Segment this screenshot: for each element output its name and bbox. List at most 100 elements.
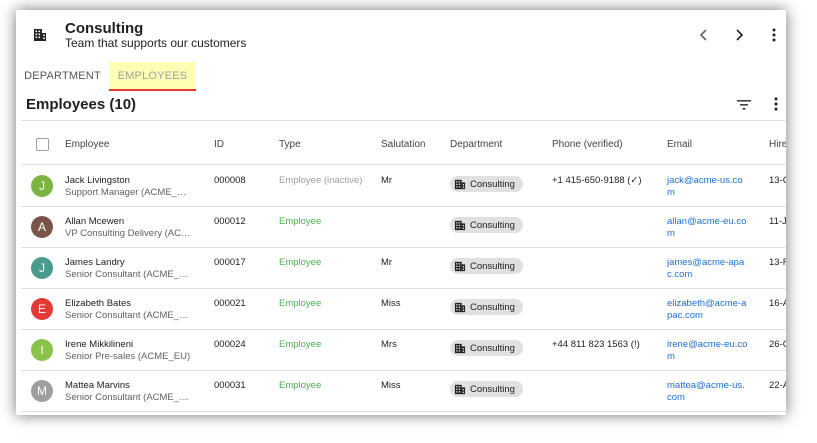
- tab-employees[interactable]: EMPLOYEES: [109, 62, 196, 91]
- employee-id: 000012: [214, 216, 246, 227]
- column-header-hire[interactable]: Hire: [769, 139, 786, 150]
- table-row[interactable]: J James Landry Senior Consultant (ACME_A…: [21, 247, 786, 289]
- building-icon: [454, 220, 466, 230]
- department-chip[interactable]: Consulting: [450, 258, 523, 274]
- employee-phone: +44 811 823 1563 (!): [552, 339, 640, 350]
- department-chip[interactable]: Consulting: [450, 340, 523, 356]
- employee-name: Jack Livingston: [65, 175, 130, 186]
- employee-role: Senior Consultant (ACME_US): [65, 392, 193, 403]
- avatar: A: [31, 216, 53, 238]
- employee-role: VP Consulting Delivery (ACME_US): [65, 228, 193, 239]
- table-row[interactable]: E Elizabeth Bates Senior Consultant (ACM…: [21, 288, 786, 330]
- employee-id: 000024: [214, 339, 246, 350]
- tab-bar: DEPARTMENT EMPLOYEES: [16, 62, 786, 92]
- column-header-type[interactable]: Type: [279, 139, 301, 150]
- next-button[interactable]: [728, 24, 750, 46]
- department-chip[interactable]: Consulting: [450, 217, 523, 233]
- column-header-email[interactable]: Email: [667, 139, 692, 150]
- employee-type: Employee: [279, 257, 322, 268]
- tab-department[interactable]: DEPARTMENT: [16, 62, 109, 90]
- employee-hire-date: 16-A: [769, 298, 786, 309]
- table-row[interactable]: A Allan Mcewen VP Consulting Delivery (A…: [21, 206, 786, 248]
- employee-email-link[interactable]: jack@acme-us.com: [667, 175, 749, 199]
- previous-button[interactable]: [693, 24, 715, 46]
- department-label: Consulting: [470, 219, 515, 231]
- employee-id: 000021: [214, 298, 246, 309]
- chevron-right-icon: [736, 29, 744, 41]
- column-header-employee[interactable]: Employee: [65, 139, 109, 150]
- column-header-salutation[interactable]: Salutation: [381, 139, 425, 150]
- avatar: M: [31, 380, 53, 402]
- building-icon: [454, 384, 466, 394]
- department-label: Consulting: [470, 178, 515, 190]
- table-more-icon[interactable]: [774, 97, 784, 113]
- avatar: J: [31, 175, 53, 197]
- department-label: Consulting: [470, 342, 515, 354]
- department-chip[interactable]: Consulting: [450, 381, 523, 397]
- employee-email-link[interactable]: mattea@acme-us.com: [667, 380, 749, 404]
- building-icon: [454, 343, 466, 353]
- table-row[interactable]: M Mattea Marvins Senior Consultant (ACME…: [21, 370, 786, 412]
- employee-name: Elizabeth Bates: [65, 298, 132, 309]
- column-header-id[interactable]: ID: [214, 139, 224, 150]
- filter-icon[interactable]: [736, 98, 752, 112]
- employee-salutation: Mr: [381, 175, 393, 186]
- employee-name: James Landry: [65, 257, 125, 268]
- page-header: Consulting Team that supports our custom…: [16, 10, 786, 60]
- department-label: Consulting: [470, 383, 515, 395]
- section-title: Employees (10): [26, 96, 137, 113]
- employee-name: Mattea Marvins: [65, 380, 130, 391]
- select-all-checkbox[interactable]: [36, 138, 49, 151]
- employee-salutation: Mrs: [381, 339, 397, 350]
- employee-salutation: Miss: [381, 380, 401, 391]
- page-title: Consulting: [65, 20, 144, 37]
- employee-id: 000008: [214, 175, 246, 186]
- more-vert-icon: [772, 28, 776, 42]
- building-icon: [454, 179, 466, 189]
- employee-role: Senior Consultant (ACME_APAC): [65, 310, 193, 321]
- avatar: E: [31, 298, 53, 320]
- employee-phone: +1 415-650-9188 (✓): [552, 175, 642, 186]
- employee-email-link[interactable]: irene@acme-eu.com: [667, 339, 749, 363]
- department-label: Consulting: [470, 301, 515, 313]
- department-chip[interactable]: Consulting: [450, 299, 523, 315]
- employee-type: Employee: [279, 298, 322, 309]
- employee-hire-date: 13-F: [769, 257, 786, 268]
- employee-name: Irene Mikkilineni: [65, 339, 134, 350]
- employee-id: 000017: [214, 257, 246, 268]
- employee-hire-date: 26-C: [769, 339, 786, 350]
- employee-hire-date: 22-A: [769, 380, 786, 391]
- page-subtitle: Team that supports our customers: [65, 36, 247, 50]
- table-row[interactable]: I Irene Mikkilineni Senior Pre-sales (AC…: [21, 329, 786, 371]
- department-chip[interactable]: Consulting: [450, 176, 523, 192]
- column-header-phone[interactable]: Phone (verified): [552, 139, 623, 150]
- building-icon: [454, 261, 466, 271]
- more-options-button[interactable]: [763, 24, 785, 46]
- department-label: Consulting: [470, 260, 515, 272]
- divider: [21, 120, 786, 121]
- employee-role: Senior Consultant (ACME_APAC): [65, 269, 193, 280]
- employee-email-link[interactable]: elizabeth@acme-apac.com: [667, 298, 749, 322]
- employee-role: Support Manager (ACME_US): [65, 187, 193, 198]
- chevron-left-icon: [699, 29, 707, 41]
- building-icon: [454, 302, 466, 312]
- building-icon: [33, 28, 47, 42]
- avatar: J: [31, 257, 53, 279]
- employee-salutation: Miss: [381, 298, 401, 309]
- employee-salutation: Mr: [381, 257, 393, 268]
- column-header-department[interactable]: Department: [450, 139, 502, 150]
- app-window: Consulting Team that supports our custom…: [16, 10, 786, 415]
- employee-hire-date: 11-J: [769, 216, 786, 227]
- employee-email-link[interactable]: james@acme-apac.com: [667, 257, 749, 281]
- employee-name: Allan Mcewen: [65, 216, 125, 227]
- employee-id: 000031: [214, 380, 246, 391]
- avatar: I: [31, 339, 53, 361]
- employee-role: Senior Pre-sales (ACME_EU): [65, 351, 191, 362]
- employee-email-link[interactable]: allan@acme-eu.com: [667, 216, 749, 240]
- employee-type: Employee (inactive): [279, 175, 363, 186]
- employee-type: Employee: [279, 380, 322, 391]
- employee-type: Employee: [279, 216, 322, 227]
- table-row[interactable]: J Jack Livingston Support Manager (ACME_…: [21, 165, 786, 207]
- employee-hire-date: 13-C: [769, 175, 786, 186]
- table-header: Employee ID Type Salutation Department P…: [21, 124, 786, 165]
